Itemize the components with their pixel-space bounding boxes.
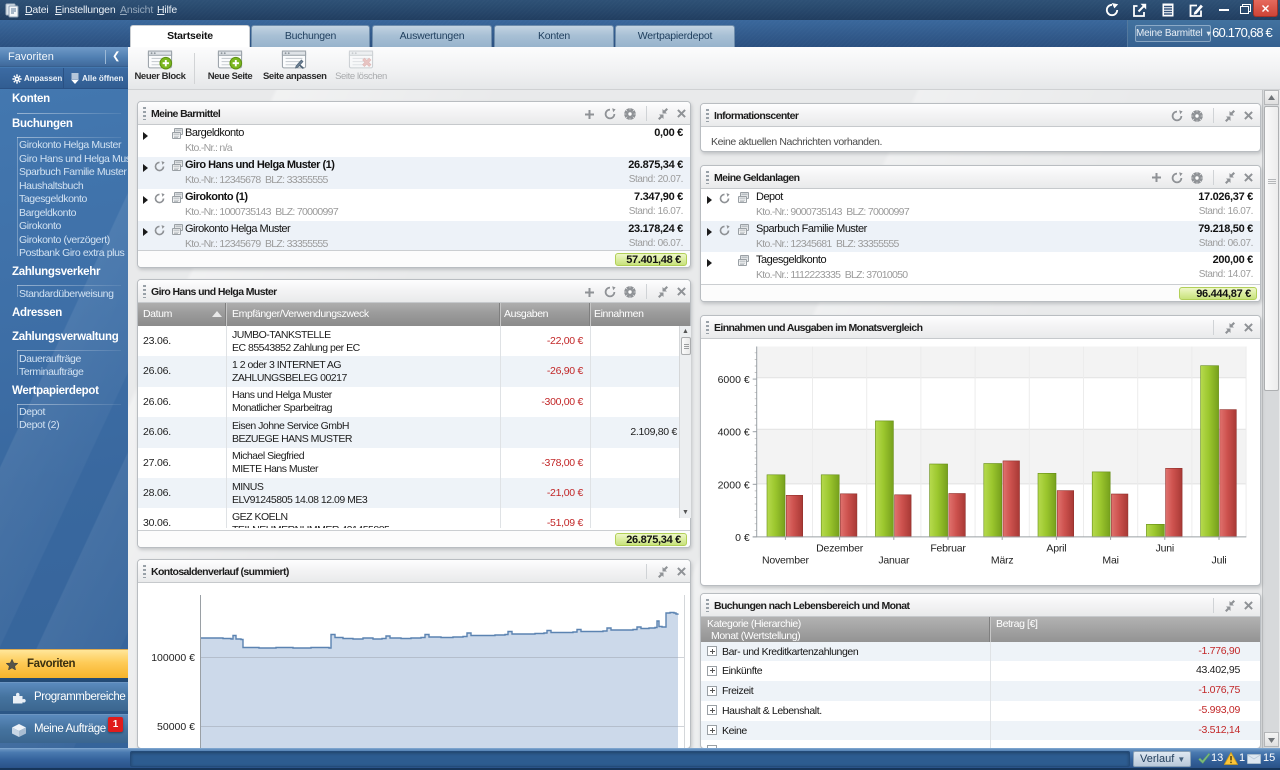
svg-text:Mai: Mai	[1102, 554, 1118, 566]
svg-text:November: November	[762, 554, 810, 566]
svg-text:Februar: Februar	[930, 542, 966, 554]
svg-text:6000 €: 6000 €	[718, 374, 750, 386]
svg-text:2000 €: 2000 €	[718, 479, 750, 491]
svg-text:Dezember: Dezember	[816, 542, 864, 554]
svg-text:0 €: 0 €	[735, 531, 750, 543]
svg-text:Juli: Juli	[1212, 554, 1227, 566]
svg-text:Juni: Juni	[1156, 542, 1174, 554]
svg-text:April: April	[1046, 542, 1066, 554]
svg-text:100000 €: 100000 €	[151, 652, 195, 664]
svg-text:4000 €: 4000 €	[718, 426, 750, 438]
svg-text:50000 €: 50000 €	[157, 721, 195, 733]
svg-text:Januar: Januar	[878, 554, 910, 566]
svg-text:März: März	[991, 554, 1014, 566]
